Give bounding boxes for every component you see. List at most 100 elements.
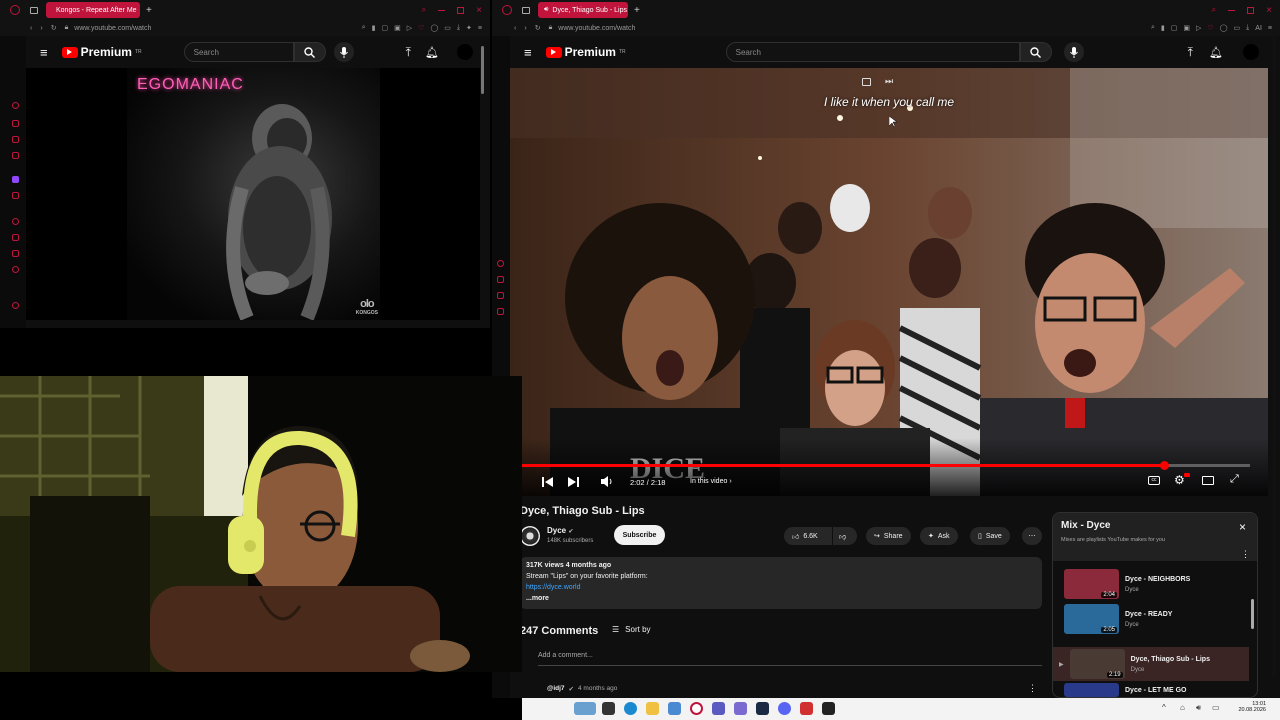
left-avatar[interactable] <box>456 44 473 60</box>
left-voice-search-button[interactable] <box>333 42 354 62</box>
sidebar-settings-icon[interactable] <box>12 302 19 309</box>
right-url[interactable]: www.youtube.com/watch <box>558 25 635 32</box>
taskbar-explorer-icon[interactable] <box>646 702 659 715</box>
sidebar-aria-icon[interactable] <box>12 102 19 109</box>
close-window-icon[interactable]: × <box>476 5 482 16</box>
taskbar-app2-icon[interactable] <box>734 702 747 715</box>
easy-setup-icon[interactable]: ≡ <box>478 25 482 32</box>
taskbar-steam-icon[interactable] <box>756 702 769 715</box>
right-youtube-premium-logo[interactable]: Premium TR <box>545 45 626 59</box>
zoom-icon[interactable]: ⌕ <box>362 24 366 32</box>
left-create-icon[interactable]: ⤒ <box>406 45 411 60</box>
show-more-button[interactable]: ...more <box>526 595 1036 602</box>
right-camera-icon[interactable]: ▣ <box>1183 24 1190 32</box>
right-tab-list-icon[interactable] <box>522 6 530 14</box>
camera-icon[interactable]: ▣ <box>394 24 401 32</box>
right-minimize-icon[interactable] <box>1228 9 1236 11</box>
send-icon[interactable]: ▷ <box>407 24 412 32</box>
sidebar-history2-icon[interactable] <box>12 266 19 273</box>
right-close-window-icon[interactable]: × <box>1266 5 1272 16</box>
right-snapshot-icon[interactable]: ◯ <box>1220 24 1228 32</box>
right-download-icon[interactable]: ⤓ <box>1246 24 1249 32</box>
right-wallet-icon[interactable]: ▭ <box>1234 24 1241 32</box>
right-hamburger-menu-icon[interactable]: ≡ <box>524 45 532 60</box>
previous-button[interactable] <box>542 477 553 487</box>
taskbar-app-icon[interactable] <box>602 702 615 715</box>
theater-mode-button[interactable] <box>1202 476 1214 485</box>
right-sidebar-aria-icon[interactable] <box>497 260 504 267</box>
right-heart-icon[interactable]: ♡ <box>1207 24 1213 32</box>
right-easy-setup-icon[interactable]: ≡ <box>1268 25 1272 32</box>
channel-avatar[interactable] <box>520 526 540 546</box>
back-icon[interactable]: ‹ <box>30 25 32 32</box>
playlist-more-icon[interactable]: ⋮ <box>1241 549 1250 560</box>
right-ai-button[interactable]: AI <box>1255 25 1262 32</box>
taskbar-discord-icon[interactable] <box>778 702 791 715</box>
tab-list-icon[interactable] <box>30 6 38 14</box>
miniplayer-icon[interactable] <box>862 78 871 86</box>
comment-author[interactable]: @idj7 ✔︎ 4 months ago <box>547 685 617 693</box>
dislike-button[interactable]: 👎︎ <box>833 527 857 545</box>
reload-icon[interactable]: ↻ <box>51 24 57 32</box>
right-search-tabs-icon[interactable]: ⌕ <box>1212 5 1216 15</box>
ai-icon[interactable]: ✦ <box>466 24 472 32</box>
next-button[interactable] <box>568 477 579 487</box>
minimize-icon[interactable] <box>438 9 446 11</box>
youtube-premium-logo[interactable]: Premium TR <box>61 45 142 59</box>
right-search-button[interactable] <box>1019 42 1052 62</box>
taskbar-clock[interactable]: 13:01 20.08.2026 <box>1230 701 1266 713</box>
taskbar-store-icon[interactable] <box>668 702 681 715</box>
progress-bar[interactable] <box>510 461 1250 470</box>
page-scrollbar[interactable] <box>1272 38 1276 678</box>
download-icon[interactable]: ⤓ <box>457 24 460 32</box>
right-avatar[interactable] <box>1242 44 1259 60</box>
right-maximize-icon[interactable] <box>1247 6 1255 14</box>
sidebar-instagram-icon[interactable] <box>12 152 19 159</box>
right-sidebar-messenger-icon[interactable] <box>497 292 504 299</box>
right-sidebar-bag-icon[interactable] <box>497 276 504 283</box>
sidebar-bag-icon[interactable] <box>12 120 19 127</box>
skip-chapter-icon[interactable]: ⏭︎ <box>885 76 893 87</box>
right-voice-search-button[interactable] <box>1063 42 1084 62</box>
forward-icon[interactable]: › <box>40 25 42 32</box>
like-button[interactable]: 👍︎ 6.6K <box>784 527 832 545</box>
taskbar-battery-icon[interactable]: ▭ <box>1212 703 1220 712</box>
search-tabs-icon[interactable]: ⌕ <box>422 5 426 15</box>
taskbar-tray-chevron-icon[interactable]: ^ <box>1162 703 1166 712</box>
sidebar-messenger-icon[interactable] <box>12 136 19 143</box>
right-search-input[interactable]: Search <box>725 42 1020 62</box>
left-video-area[interactable]: EGOMANIAC olo KONGOS <box>26 68 480 320</box>
right-reload-icon[interactable]: ↻ <box>535 24 541 32</box>
browser-menu-icon[interactable] <box>10 5 20 15</box>
taskbar-app3-icon[interactable] <box>800 702 813 715</box>
playlist-item[interactable]: Dyce - LET ME GO <box>1064 683 1256 697</box>
ask-button[interactable]: ✦ Ask <box>920 527 958 545</box>
share-button[interactable]: ↪ Share <box>866 527 911 545</box>
right-tabs-icon[interactable]: ▢ <box>1171 24 1178 32</box>
left-scrollbar[interactable] <box>481 46 484 94</box>
left-notifications-icon[interactable]: 🔔︎ <box>425 46 439 59</box>
right-pin-icon[interactable]: ▮ <box>1161 24 1165 32</box>
wallet-icon[interactable]: ▭ <box>444 24 451 32</box>
chapters-button[interactable]: In this video › <box>690 478 732 485</box>
playlist-item[interactable]: 2:04 Dyce - NEIGHBORS Dyce <box>1064 567 1256 601</box>
pin-icon[interactable]: ▮ <box>372 24 376 32</box>
left-active-tab[interactable]: Kongos - Repeat After Me × <box>46 2 140 18</box>
sidebar-twitch-icon[interactable] <box>12 176 19 183</box>
video-player[interactable]: DICE ⏭︎ I like it when you call me <box>510 68 1268 496</box>
save-button[interactable]: ▯ Save <box>970 527 1010 545</box>
snapshot-icon[interactable]: ◯ <box>430 24 438 32</box>
right-browser-menu-icon[interactable] <box>502 5 512 15</box>
left-url[interactable]: www.youtube.com/watch <box>74 25 151 32</box>
right-create-icon[interactable]: ⤒ <box>1188 45 1193 60</box>
left-search-input[interactable]: Search <box>183 42 294 62</box>
heart-icon[interactable]: ♡ <box>418 24 424 32</box>
taskbar-teams-icon[interactable] <box>712 702 725 715</box>
subtitles-button[interactable]: cc <box>1148 476 1160 485</box>
sidebar-download-icon[interactable] <box>12 234 19 241</box>
new-tab-icon[interactable]: + <box>146 5 152 16</box>
right-back-icon[interactable]: ‹ <box>514 25 516 32</box>
taskbar-opera-icon[interactable] <box>690 702 703 715</box>
playlist-item[interactable]: 2:05 Dyce - READY Dyce <box>1064 602 1256 636</box>
playlist-item-current[interactable]: ▶ 2:19 Dyce, Thiago Sub - Lips Dyce <box>1053 647 1249 681</box>
